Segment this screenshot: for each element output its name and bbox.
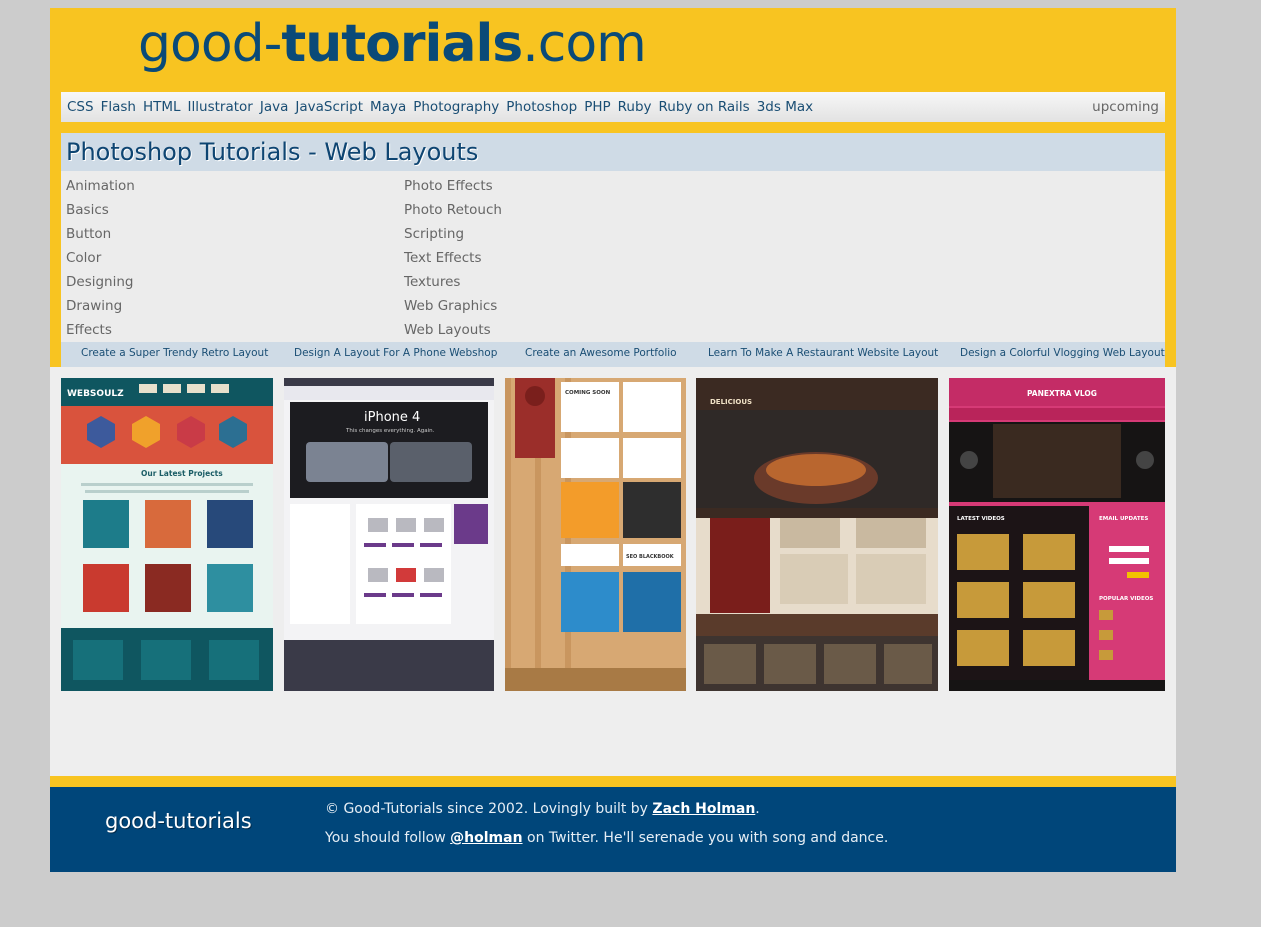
subcategory-link[interactable]: Photo Effects xyxy=(404,173,502,197)
nav-item-maya[interactable]: Maya xyxy=(370,99,406,115)
thumb1-brand: WEBSOULZ xyxy=(67,389,124,399)
thumb2-product: iPhone 4 xyxy=(364,410,420,425)
nav-item-ruby[interactable]: Ruby xyxy=(618,99,652,115)
site-logo[interactable]: good-tutorials.com xyxy=(138,12,647,76)
footer: good-tutorials © Good-Tutorials since 20… xyxy=(50,787,1176,872)
nav-item-css[interactable]: CSS xyxy=(67,99,94,115)
page-wrapper: good-tutorials.com CSS Flash HTML Illust… xyxy=(50,8,1176,872)
subcategory-list-left: Animation Basics Button Color Designing … xyxy=(66,173,135,341)
nav-item-3ds-max[interactable]: 3ds Max xyxy=(757,99,813,115)
subcategory-link[interactable]: Button xyxy=(66,221,135,245)
featured-link[interactable]: Design A Layout For A Phone Webshop xyxy=(294,342,497,364)
subcategory-link[interactable]: Photo Retouch xyxy=(404,197,502,221)
thumb1-heading: Our Latest Projects xyxy=(141,469,223,478)
subcategory-list-right: Photo Effects Photo Retouch Scripting Te… xyxy=(404,173,502,341)
logo-part-good: good- xyxy=(138,14,282,74)
nav-item-html[interactable]: HTML xyxy=(143,99,181,115)
footer-twitter: You should follow @holman on Twitter. He… xyxy=(325,830,888,846)
thumb4-brand: DELICIOUS xyxy=(710,398,752,406)
footer-twitter-text: You should follow xyxy=(325,830,451,846)
tutorial-thumbnail-restaurant[interactable]: DELICIOUS xyxy=(696,378,938,691)
tutorial-thumbnail-phone-webshop[interactable]: iPhone 4 This changes everything. Again. xyxy=(284,378,494,691)
thumbnail-area: WEBSOULZ Our Latest Projects iPhone 4 Th… xyxy=(50,367,1176,776)
tutorial-thumbnail-retro[interactable]: WEBSOULZ Our Latest Projects xyxy=(61,378,273,691)
footer-twitter-end: on Twitter. He'll serenade you with song… xyxy=(522,830,889,846)
subcategory-link[interactable]: Basics xyxy=(66,197,135,221)
subcategory-link[interactable]: Color xyxy=(66,245,135,269)
thumb5-popular: POPULAR VIDEOS xyxy=(1099,596,1153,602)
thumb3-coming: COMING SOON xyxy=(565,390,611,396)
thumb5-latest: LATEST VIDEOS xyxy=(957,516,1005,522)
nav-item-photoshop[interactable]: Photoshop xyxy=(506,99,577,115)
nav-item-java[interactable]: Java xyxy=(260,99,289,115)
subcategory-link[interactable]: Animation xyxy=(66,173,135,197)
tutorial-thumbnail-vlog[interactable]: PANEXTRA VLOG LATEST VIDEOS EMAIL UPDATE… xyxy=(949,378,1165,691)
subcategory-link[interactable]: Web Layouts xyxy=(404,317,502,341)
nav-item-upcoming[interactable]: upcoming xyxy=(1092,99,1159,115)
subcategory-link[interactable]: Text Effects xyxy=(404,245,502,269)
thumb2-tagline: This changes everything. Again. xyxy=(345,428,435,434)
nav-item-illustrator[interactable]: Illustrator xyxy=(188,99,253,115)
category-nav: CSS Flash HTML Illustrator Java JavaScri… xyxy=(61,92,1165,122)
footer-credits-end: . xyxy=(755,801,760,817)
logo-part-tutorials: tutorials xyxy=(281,14,523,74)
footer-divider xyxy=(50,776,1176,787)
subcategory-link[interactable]: Drawing xyxy=(66,293,135,317)
thumb5-email: EMAIL UPDATES xyxy=(1099,516,1148,522)
nav-item-javascript[interactable]: JavaScript xyxy=(295,99,363,115)
subcategory-panel: Photoshop Tutorials - Web Layouts Animat… xyxy=(61,133,1165,367)
tutorial-thumbnail-portfolio[interactable]: COMING SOON SEO BLACKBOOK xyxy=(505,378,686,691)
featured-tutorials-bar: Create a Super Trendy Retro Layout Desig… xyxy=(61,342,1165,367)
footer-logo[interactable]: good-tutorials xyxy=(105,809,252,833)
thumb3-seo: SEO BLACKBOOK xyxy=(626,554,675,560)
subcategory-link[interactable]: Web Graphics xyxy=(404,293,502,317)
subcategory-link[interactable]: Effects xyxy=(66,317,135,341)
footer-credits-text: © Good-Tutorials since 2002. Lovingly bu… xyxy=(325,801,653,817)
page-title: Photoshop Tutorials - Web Layouts xyxy=(61,133,1165,171)
author-link[interactable]: Zach Holman xyxy=(652,801,755,817)
featured-link[interactable]: Create a Super Trendy Retro Layout xyxy=(81,342,268,364)
footer-credits: © Good-Tutorials since 2002. Lovingly bu… xyxy=(325,801,760,817)
logo-part-tld: .com xyxy=(522,14,647,74)
thumb5-brand: PANEXTRA VLOG xyxy=(1027,389,1097,398)
subcategory-link[interactable]: Textures xyxy=(404,269,502,293)
featured-link[interactable]: Learn To Make A Restaurant Website Layou… xyxy=(708,342,938,364)
twitter-link[interactable]: @holman xyxy=(450,830,522,846)
nav-item-php[interactable]: PHP xyxy=(584,99,610,115)
nav-item-photography[interactable]: Photography xyxy=(413,99,499,115)
featured-link[interactable]: Design a Colorful Vlogging Web Layout xyxy=(960,342,1165,364)
subcategory-link[interactable]: Designing xyxy=(66,269,135,293)
subcategory-link[interactable]: Scripting xyxy=(404,221,502,245)
header: good-tutorials.com xyxy=(50,8,1176,92)
nav-item-flash[interactable]: Flash xyxy=(101,99,136,115)
nav-item-ruby-on-rails[interactable]: Ruby on Rails xyxy=(659,99,750,115)
featured-link[interactable]: Create an Awesome Portfolio xyxy=(525,342,677,364)
